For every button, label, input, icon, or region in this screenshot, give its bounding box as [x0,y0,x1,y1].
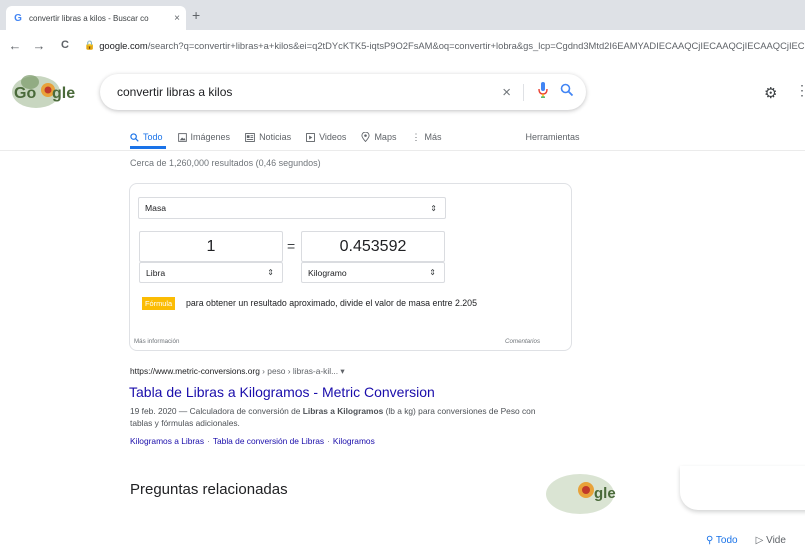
tab-label: Noticias [259,132,292,142]
search-icon[interactable] [560,83,574,102]
search-input[interactable]: convertir libras a kilos [117,85,502,99]
select-arrows-icon: ⇕ [430,203,437,213]
from-value-input[interactable]: 1 [139,231,283,262]
feedback-link[interactable]: Comentarios [505,338,540,345]
image-icon [177,132,187,142]
search-tabs: Todo Imágenes Noticias Videos Maps ⋮ Más… [130,127,595,147]
back-button[interactable]: ← [6,38,24,53]
from-unit-value: Libra [146,267,166,278]
tab-videos-ghost[interactable]: ▷ Vide [756,535,786,546]
to-unit-select[interactable]: Kilogramo ⇕ [301,262,445,283]
browser-toolbar: ← → C 🔒 google.com/search?q=convertir+li… [0,30,805,60]
apps-grid-icon[interactable]: ⋮ [795,82,805,99]
to-unit-value: Kilogramo [308,267,347,278]
tab-label: Todo [715,535,738,546]
tab-label: Videos [319,132,347,142]
svg-text:gle: gle [594,485,616,502]
more-info-link[interactable]: Más información [134,338,179,345]
related-questions-heading: Preguntas relacionadas [130,481,288,498]
formula-badge: Fórmula [142,297,176,310]
google-doodle-logo-ghost: gle [540,472,620,520]
url-host: google.com [99,39,148,51]
tab-label: Más [424,132,442,142]
google-favicon-icon: G [14,12,22,24]
snippet-text: Calculadora de conversión de [189,406,303,416]
search-icon [130,132,139,142]
search-tabs-ghost: ⚲ Todo ▷ Vide [706,535,786,546]
sitelinks: Kilogramos a Libras · Tabla de conversión … [130,436,375,446]
tab-todo-ghost[interactable]: ⚲ Todo [706,535,738,546]
tab-noticias[interactable]: Noticias [245,127,291,147]
tab-mas[interactable]: ⋮ Más [411,127,441,147]
tab-maps[interactable]: Maps [361,127,396,147]
tab-close-icon[interactable]: × [174,13,180,24]
url-path: /search?q=convertir+libras+a+kilos&ei=q2… [147,39,805,51]
lock-icon: 🔒 [84,39,96,50]
sitelink-separator: · [207,436,210,446]
result-snippet: 19 feb. 2020 — Calculadora de conversión… [130,405,550,429]
search-box-ghost [680,466,805,510]
news-icon [245,132,255,142]
more-icon: ⋮ [411,131,421,142]
address-bar[interactable]: 🔒 google.com/search?q=convertir+libras+a… [84,34,805,56]
formula-text: para obtener un resultado aproximado, di… [186,298,477,308]
tab-label: Vide [766,535,786,546]
snippet-bold: Libras a Kilogramos [302,406,384,416]
active-tab-indicator [130,146,166,149]
clear-icon[interactable]: × [502,83,524,101]
tab-label: Imágenes [190,132,231,142]
sitelink[interactable]: Kilogramos a Libras [130,436,204,446]
to-value-input[interactable]: 0.453592 [301,231,445,262]
snippet-date: 19 feb. 2020 — [130,406,190,416]
settings-gear-icon[interactable]: ⚙ [764,84,777,102]
result-url-host: https://www.metric-conversions.org [130,366,260,376]
new-tab-button[interactable]: + [192,7,200,23]
sitelink[interactable]: Tabla de conversión de Libras [213,436,324,446]
result-url-path: › peso › libras-a-kil... ▾ [259,366,345,376]
tab-label: Todo [143,132,163,142]
reload-button[interactable]: C [56,39,74,51]
equals-sign: = [287,238,296,254]
tab-title: convertir libras a kilos - Buscar co [29,13,149,23]
browser-tab[interactable]: G convertir libras a kilos - Buscar co × [6,6,186,30]
tab-imagenes[interactable]: Imágenes [177,127,231,147]
tab-videos[interactable]: Videos [306,127,346,147]
search-box[interactable]: convertir libras a kilos × [100,74,586,110]
select-arrows-icon: ⇕ [429,268,436,277]
quantity-value: Masa [145,203,167,213]
from-unit-select[interactable]: Libra ⇕ [139,262,283,283]
quantity-select[interactable]: Masa ⇕ [138,197,446,219]
tools-button[interactable]: Herramientas [525,127,579,147]
svg-text:Go: Go [14,85,36,102]
select-arrows-icon: ⇕ [267,268,274,277]
location-icon [361,132,370,142]
sitelink-separator: · [327,436,330,446]
result-title-link[interactable]: Tabla de Libras a Kilogramos - Metric Co… [129,384,435,400]
google-doodle-logo[interactable]: Go gle [8,70,80,110]
microphone-icon[interactable] [538,81,548,103]
result-url[interactable]: https://www.metric-conversions.org › pes… [130,366,345,376]
tools-label: Herramientas [525,132,580,142]
forward-button[interactable]: → [30,38,48,53]
sitelink[interactable]: Kilogramos [333,436,375,446]
header-divider [0,150,805,151]
video-icon [306,132,315,142]
tab-label: Maps [374,132,397,142]
svg-text:gle: gle [52,85,75,102]
tab-todo[interactable]: Todo [130,127,163,147]
result-stats: Cerca de 1,260,000 resultados (0,46 segu… [130,158,321,168]
